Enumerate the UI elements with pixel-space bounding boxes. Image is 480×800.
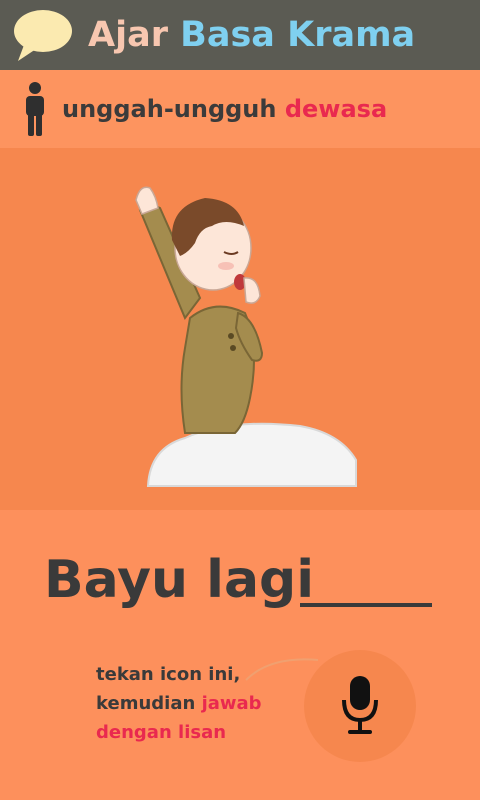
hint-line1: tekan icon ini, (96, 664, 241, 685)
person-icon (26, 82, 44, 136)
hint-line3: dengan lisan (96, 722, 227, 743)
microphone-icon (342, 676, 378, 734)
app-title: Ajar Basa Krama (88, 10, 415, 60)
speech-bubble-icon (14, 10, 72, 61)
hint-line2: kemudian jawab (96, 689, 296, 718)
app-title-part1: Ajar (88, 15, 168, 55)
hint-line2-accent: jawab (201, 693, 262, 714)
hint-text: tekan icon ini, kemudian jawab dengan li… (96, 660, 296, 747)
illustration-panel (0, 148, 480, 510)
level-label: unggah-ungguh dewasa (62, 94, 387, 124)
answer-blank (300, 603, 432, 607)
boy-yawning-illustration (135, 186, 357, 487)
hint-line2-prefix: kemudian (96, 693, 196, 714)
microphone-button[interactable] (304, 650, 416, 762)
level-label-text: unggah-ungguh (62, 95, 277, 123)
level-name: dewasa (284, 95, 388, 123)
app-header: Ajar Basa Krama (0, 0, 480, 70)
question-text: Bayu lagi (44, 550, 315, 610)
app-title-part2: Basa Krama (180, 15, 416, 55)
